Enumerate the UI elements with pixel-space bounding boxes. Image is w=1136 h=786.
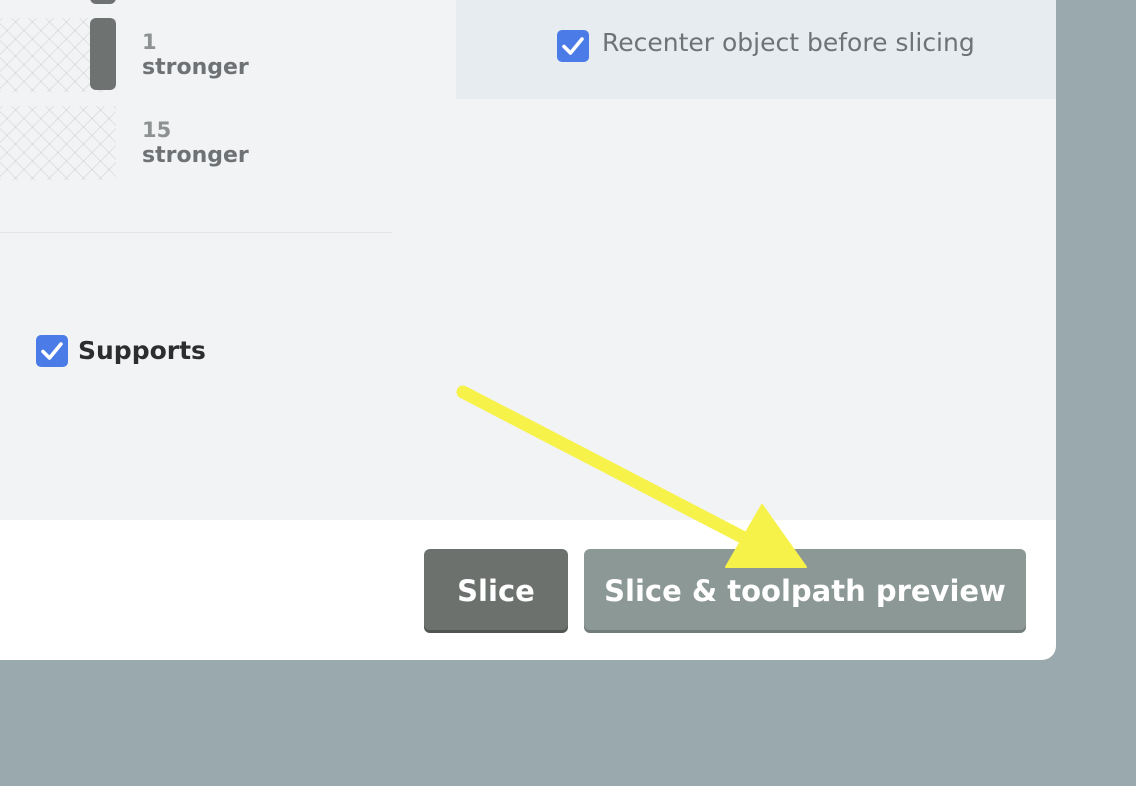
slice-dialog: 1 stronger 15 stronger Supports Recenter… [0,0,1056,660]
checkmark-icon [562,37,584,55]
slice-button[interactable]: Slice [424,549,568,633]
slice-toolpath-preview-button[interactable]: Slice & toolpath preview [584,549,1026,633]
strength-slider-handle[interactable] [90,18,116,90]
supports-checkbox[interactable] [36,335,68,367]
recenter-label: Recenter object before slicing [602,28,975,57]
strength-count: 1 [142,30,157,54]
section-divider [0,232,392,233]
strength-label: stronger [142,143,249,168]
supports-label: Supports [78,336,206,365]
strength-slider-handle [90,0,116,4]
strength-count: 15 [142,118,172,142]
strength-label: stronger [142,55,249,80]
dialog-content: 1 stronger 15 stronger Supports Recenter… [0,0,1056,520]
infill-pattern-thumbnail [0,106,116,180]
recenter-checkbox[interactable] [557,30,589,62]
checkmark-icon [41,342,63,360]
